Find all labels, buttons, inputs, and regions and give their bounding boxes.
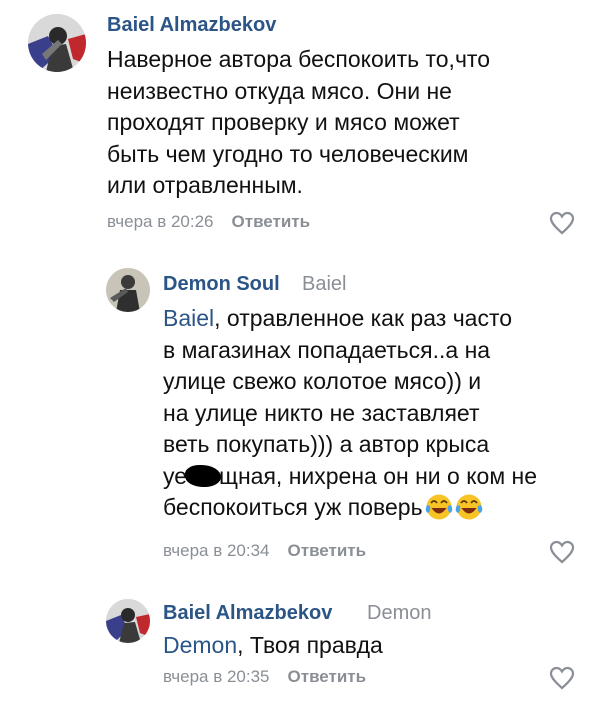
reply-button[interactable]: Ответить	[288, 541, 367, 560]
comment-line: Demon, Твоя правда	[163, 630, 383, 662]
mention-link[interactable]: Demon	[163, 632, 237, 658]
comment-meta: вчера в 20:34 Ответить	[163, 541, 366, 561]
comment-line: в магазинах попадаеться..а на	[163, 336, 491, 363]
heart-outline-icon[interactable]	[549, 211, 575, 235]
timestamp: вчера в 20:34	[163, 541, 270, 560]
heart-outline-icon[interactable]	[549, 666, 575, 690]
comment-line-text: щная, нихрена он ни о ком не	[219, 462, 538, 489]
timestamp: вчера в 20:35	[163, 667, 270, 686]
reply-to-name[interactable]: Demon	[367, 602, 431, 625]
comment-text: Baiel, отравленное как раз часто в магаз…	[163, 303, 537, 524]
avatar[interactable]	[106, 268, 150, 312]
comment-line: или отравленным.	[107, 172, 303, 198]
mention-link[interactable]: Baiel	[163, 305, 214, 331]
comment-line: уе щная, нихрена он ни о ком не	[163, 461, 537, 493]
avatar[interactable]	[28, 14, 86, 72]
comment-line: беспокоиться уж поверь	[163, 492, 537, 524]
censor-blot	[185, 464, 222, 487]
comment-line-text: , Твоя правда	[237, 632, 383, 658]
reply-to-name[interactable]: Baiel	[302, 273, 346, 296]
comment-meta: вчера в 20:26 Ответить	[107, 212, 310, 232]
comment-text: Demon, Твоя правда	[163, 630, 383, 662]
comment-meta: вчера в 20:35 Ответить	[163, 667, 366, 687]
tears-of-joy-emoji	[455, 494, 482, 520]
comment-line-text: , отравленное как раз часто	[214, 305, 513, 331]
comment-line: Наверное автора беспокоить то,что	[107, 46, 490, 72]
author-name[interactable]: Baiel Almazbekov	[163, 602, 332, 625]
comment-line: проходят проверку и мясо может	[107, 109, 460, 135]
comment-text: Наверное автора беспокоить то,что неизве…	[107, 44, 490, 202]
comment-line-text: беспокоиться уж поверь	[163, 494, 423, 520]
heart-outline-icon[interactable]	[549, 540, 575, 564]
comment-line: улице свежо колотое мясо)) и	[163, 368, 482, 394]
timestamp: вчера в 20:26	[107, 212, 214, 231]
censored-prefix: уе	[163, 462, 188, 489]
comment-line: неизвестно откуда мясо. Они не	[107, 77, 452, 104]
author-name[interactable]: Demon Soul	[163, 273, 280, 296]
reply-button[interactable]: Ответить	[288, 667, 367, 686]
comment-line: на улице никто не заставляет	[163, 399, 480, 426]
avatar[interactable]	[106, 599, 150, 643]
comment-line: Baiel, отравленное как раз часто	[163, 303, 537, 335]
comment-line: быть чем угодно то человеческим	[107, 140, 469, 167]
reply-button[interactable]: Ответить	[232, 212, 311, 231]
author-name[interactable]: Baiel Almazbekov	[107, 14, 276, 37]
comment-line: веть покупать))) а автор крыса	[163, 431, 490, 457]
tears-of-joy-emoji	[425, 494, 452, 520]
